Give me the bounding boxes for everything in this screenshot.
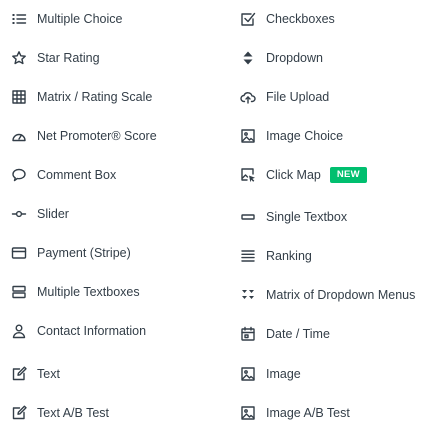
question-type-label: Multiple Choice	[37, 12, 123, 26]
cloud-upload-icon	[240, 89, 256, 105]
question-type-payment-stripe[interactable]: Payment (Stripe)	[11, 242, 131, 264]
speech-bubble-icon	[11, 167, 27, 183]
question-type-label: Dropdown	[266, 51, 323, 65]
click-map-icon	[240, 167, 256, 183]
question-type-label: Image	[266, 367, 301, 381]
question-type-label: Contact Information	[37, 324, 147, 338]
question-type-label: Comment Box	[37, 168, 117, 182]
list-icon	[11, 11, 27, 27]
question-type-label: Text	[37, 367, 60, 381]
dropdown-matrix-icon	[240, 287, 256, 303]
question-type-click-map[interactable]: Click Map NEW	[240, 164, 367, 186]
image-icon	[240, 405, 256, 421]
question-type-file-upload[interactable]: File Upload	[240, 86, 329, 108]
question-type-multiple-textboxes[interactable]: Multiple Textboxes	[11, 281, 140, 303]
question-type-label: File Upload	[266, 90, 330, 104]
question-type-ranking[interactable]: Ranking	[240, 245, 312, 267]
question-type-label: Checkboxes	[266, 12, 335, 26]
slider-icon	[11, 206, 27, 222]
question-type-checkboxes[interactable]: Checkboxes	[240, 8, 335, 30]
question-type-label: Ranking	[266, 249, 312, 263]
question-type-label: Matrix of Dropdown Menus	[266, 288, 416, 302]
question-type-label: Single Textbox	[266, 210, 348, 224]
question-type-label: Date / Time	[266, 327, 330, 341]
edit-icon	[11, 366, 27, 382]
question-type-label: Text A/B Test	[37, 406, 110, 420]
person-icon	[11, 323, 27, 339]
question-type-image-a-b-test[interactable]: Image A/B Test	[240, 402, 350, 424]
question-type-dropdown[interactable]: Dropdown	[240, 47, 323, 69]
question-type-label: Multiple Textboxes	[37, 285, 140, 299]
checkbox-icon	[240, 11, 256, 27]
question-type-label: Image Choice	[266, 129, 344, 143]
edit-icon	[11, 405, 27, 421]
question-type-label: Click Map	[266, 168, 321, 182]
question-type-matrix-of-dropdown-menus[interactable]: Matrix of Dropdown Menus	[240, 284, 415, 306]
question-type-single-textbox[interactable]: Single Textbox	[240, 206, 347, 228]
question-type-contact-information[interactable]: Contact Information	[11, 320, 146, 342]
question-type-text-a-b-test[interactable]: Text A/B Test	[11, 402, 109, 424]
question-type-star-rating[interactable]: Star Rating	[11, 47, 100, 69]
question-type-label: Image A/B Test	[266, 406, 350, 420]
question-type-label: Matrix / Rating Scale	[37, 90, 153, 104]
question-type-comment-box[interactable]: Comment Box	[11, 164, 116, 186]
question-type-image-choice[interactable]: Image Choice	[240, 125, 343, 147]
question-type-image[interactable]: Image	[240, 363, 301, 385]
image-icon	[240, 366, 256, 382]
new-badge: NEW	[329, 167, 367, 183]
stacked-textboxes-icon	[11, 284, 27, 300]
calendar-icon	[240, 326, 256, 342]
credit-card-icon	[11, 245, 27, 261]
image-icon	[240, 128, 256, 144]
question-type-label: Net Promoter® Score	[37, 129, 157, 143]
sort-arrows-icon	[240, 50, 256, 66]
lines-icon	[240, 248, 256, 264]
question-type-slider[interactable]: Slider	[11, 203, 69, 225]
question-type-matrix-rating-scale[interactable]: Matrix / Rating Scale	[11, 86, 152, 108]
textbox-icon	[240, 209, 256, 225]
question-type-label: Slider	[37, 207, 69, 221]
grid-icon	[11, 89, 27, 105]
star-icon	[11, 50, 27, 66]
question-type-label: Payment (Stripe)	[37, 246, 131, 260]
question-type-net-promoter-score[interactable]: Net Promoter® Score	[11, 125, 157, 147]
question-type-label: Star Rating	[37, 51, 100, 65]
question-type-date-time[interactable]: Date / Time	[240, 323, 330, 345]
question-type-text[interactable]: Text	[11, 363, 60, 385]
gauge-icon	[11, 128, 27, 144]
question-type-multiple-choice[interactable]: Multiple Choice	[11, 8, 122, 30]
